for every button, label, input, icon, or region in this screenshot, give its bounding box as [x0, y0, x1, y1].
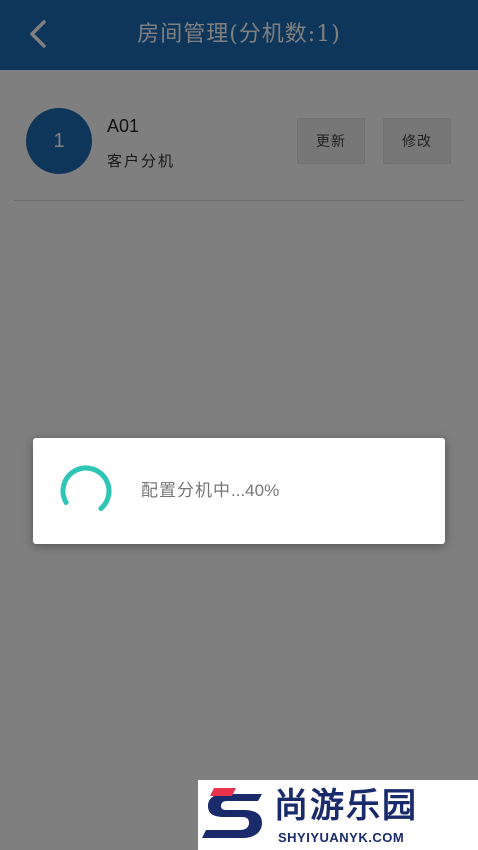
- watermark-url: SHYIYUANYK.COM: [278, 830, 405, 845]
- progress-percent: 40%: [245, 481, 280, 500]
- progress-message: 配置分机中...40%: [141, 438, 279, 544]
- watermark: 尚游乐园 SHYIYUANYK.COM: [198, 780, 478, 850]
- progress-dialog: 配置分机中...40%: [33, 438, 445, 544]
- brand-logo-icon: [202, 788, 262, 838]
- loading-spinner-icon: [60, 465, 112, 517]
- modal-overlay: [0, 0, 478, 850]
- progress-message-text: 配置分机中: [141, 481, 231, 501]
- watermark-brand: 尚游乐园: [274, 786, 418, 826]
- progress-ellipsis: ...: [231, 481, 246, 500]
